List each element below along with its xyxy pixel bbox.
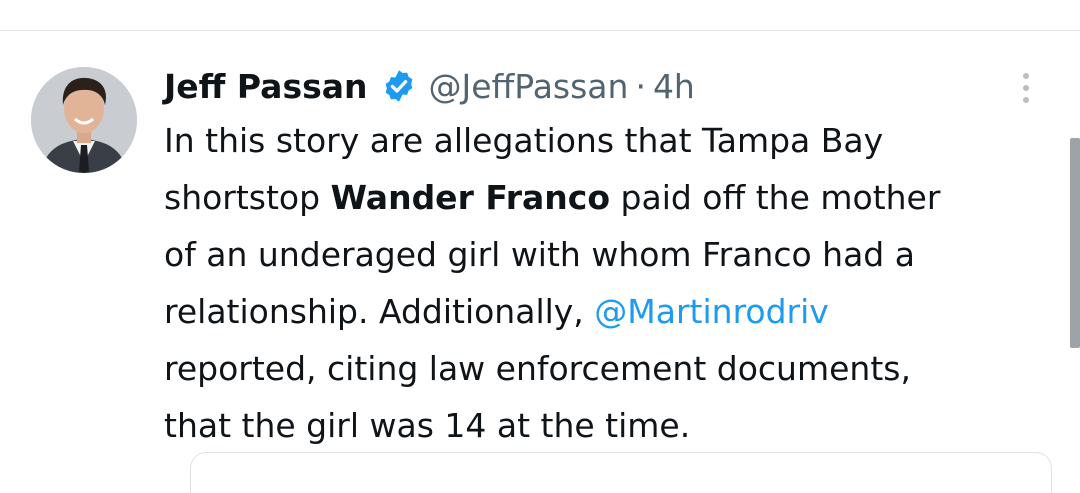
- tweet-text-line: of an underaged girl with whom Franco ha…: [164, 235, 915, 274]
- tweet-text-line: relationship. Additionally, @Martinrodri…: [164, 283, 1064, 340]
- tweet-header: Jeff Passan @JeffPassan · 4h: [164, 62, 695, 110]
- top-divider: [0, 30, 1080, 31]
- text-span: shortstop: [164, 178, 331, 217]
- text-span: paid off the mother: [610, 178, 941, 217]
- tweet-text-line: In this story are allegations that Tampa…: [164, 121, 884, 160]
- verified-badge-icon: [381, 68, 417, 104]
- author-name[interactable]: Jeff Passan: [164, 67, 368, 106]
- avatar[interactable]: [31, 67, 137, 173]
- author-handle[interactable]: @JeffPassan: [429, 67, 629, 106]
- tweet-text-line: that the girl was 14 at the time.: [164, 406, 691, 445]
- avatar-photo: [31, 67, 137, 173]
- bold-text: Wander Franco: [330, 178, 611, 217]
- tweet-text-line: reported, citing law enforcement documen…: [164, 349, 911, 388]
- tweet-text: In this story are allegations that Tampa…: [164, 112, 1064, 454]
- more-options-icon[interactable]: [1014, 68, 1038, 108]
- post-time[interactable]: 4h: [653, 67, 695, 106]
- mention-link[interactable]: @Martinrodriv: [594, 292, 829, 331]
- quoted-card-edge[interactable]: [190, 452, 1052, 493]
- tweet-text-line: shortstop Wander Franco paid off the mot…: [164, 169, 1064, 226]
- meta-separator: ·: [635, 66, 646, 106]
- text-span: relationship. Additionally,: [164, 292, 595, 331]
- scrollbar[interactable]: [1070, 138, 1080, 348]
